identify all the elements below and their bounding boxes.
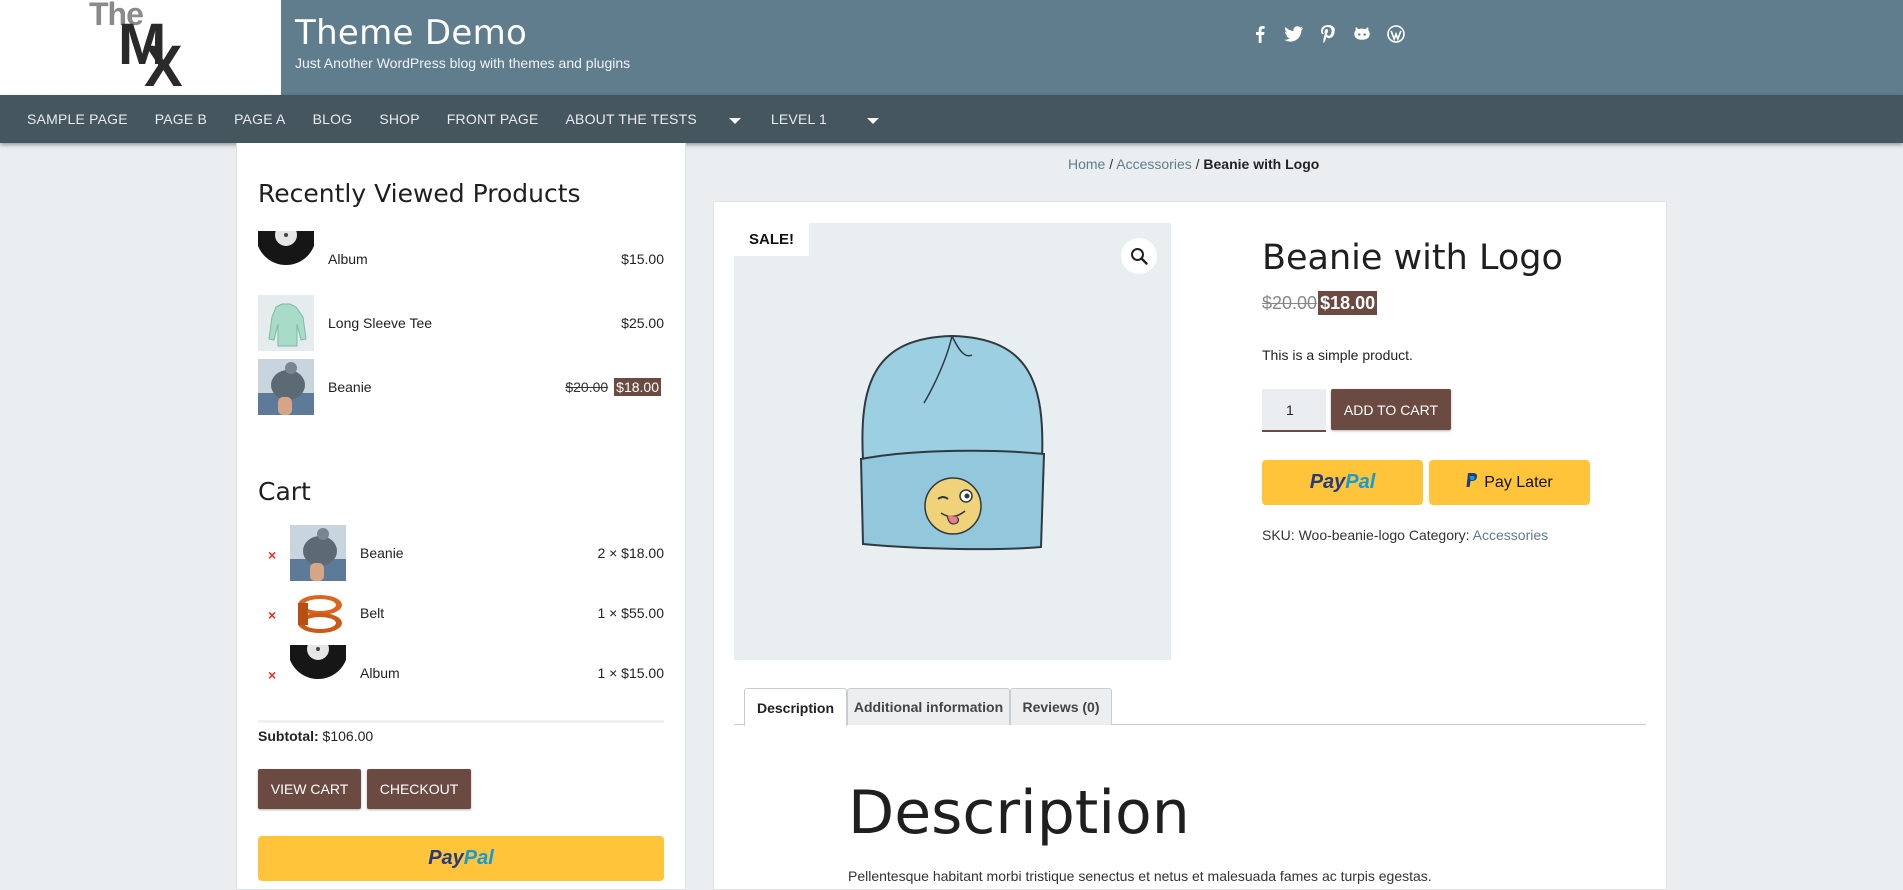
paypal-text-pal: Pal [463, 847, 494, 869]
cart-item-name[interactable]: Beanie [360, 545, 404, 561]
recent-product-item[interactable]: Beanie $20.00 $18.00 [258, 359, 664, 415]
cart-item-name[interactable]: Belt [360, 605, 384, 621]
pay-later-button[interactable]: Pay Later [1429, 460, 1590, 505]
site-title[interactable]: Theme Demo [295, 13, 527, 53]
paypal-text-pay: Pay [1309, 471, 1346, 493]
caret-down-icon[interactable] [728, 111, 741, 127]
product-short-description: This is a simple product. [1262, 347, 1413, 363]
breadcrumb-current: Beanie with Logo [1203, 156, 1320, 172]
product-title: Beanie with Logo [1262, 238, 1563, 278]
breadcrumb-home[interactable]: Home [1068, 156, 1105, 172]
facebook-icon[interactable] [1250, 24, 1270, 44]
product-meta: SKU: Woo-beanie-logo Category: Accessori… [1262, 527, 1548, 543]
recent-product-name[interactable]: Beanie [328, 379, 372, 395]
beanie-thumbnail[interactable] [258, 359, 314, 415]
cart-item-quantity: 1 × $55.00 [597, 605, 664, 621]
album-thumbnail[interactable] [258, 231, 314, 287]
twitter-icon[interactable] [1284, 24, 1304, 44]
tab-reviews[interactable]: Reviews (0) [1010, 688, 1112, 725]
zoom-icon[interactable] [1121, 238, 1157, 274]
recently-viewed-heading: Recently Viewed Products [258, 179, 581, 208]
site-header: The M X Theme Demo Just Another WordPres… [0, 0, 1903, 95]
view-cart-button[interactable]: VIEW CART [258, 769, 361, 809]
site-tagline: Just Another WordPress blog with themes … [295, 55, 631, 71]
remove-item-icon[interactable]: × [268, 667, 276, 683]
product-price: $20.00 $18.00 [1262, 291, 1378, 315]
sale-price: $18.00 [614, 378, 661, 396]
pay-later-label: Pay Later [1484, 473, 1553, 491]
nav-item-front-page[interactable]: FRONT PAGE [447, 111, 539, 127]
breadcrumb: Home / Accessories / Beanie with Logo [1068, 156, 1319, 172]
old-price: $20.00 [565, 379, 609, 395]
breadcrumb-separator: / [1195, 156, 1200, 172]
recent-product-name[interactable]: Long Sleeve Tee [328, 315, 432, 331]
breadcrumb-category[interactable]: Accessories [1116, 156, 1191, 172]
recent-product-price: $15.00 [621, 251, 664, 267]
remove-item-icon[interactable]: × [268, 547, 276, 563]
tab-additional-information[interactable]: Additional information [847, 688, 1010, 725]
tab-description[interactable]: Description [744, 688, 847, 726]
paypal-text-pal: Pal [1345, 471, 1376, 493]
description-heading: Description [848, 778, 1190, 848]
description-text: Pellentesque habitant morbi tristique se… [848, 868, 1432, 884]
product-image[interactable] [734, 223, 1171, 660]
sku-value: Woo-beanie-logo [1298, 527, 1405, 543]
cart-heading: Cart [258, 477, 311, 506]
cart-item-name[interactable]: Album [360, 665, 400, 681]
nav-item-blog[interactable]: BLOG [313, 111, 353, 127]
cart-subtotal: Subtotal: $106.00 [258, 728, 373, 744]
quantity-input[interactable]: 1 [1262, 389, 1326, 432]
paypal-button[interactable]: Pay Pal [258, 836, 664, 881]
recent-product-item[interactable]: Album $15.00 [258, 231, 664, 287]
github-icon[interactable] [1352, 24, 1372, 44]
cart-item: × Album 1 × $15.00 [258, 645, 664, 701]
paypal-text-pay: Pay [428, 847, 464, 869]
subtotal-label: Subtotal: [258, 728, 319, 744]
nav-item-about-the-tests[interactable]: ABOUT THE TESTS [566, 111, 697, 127]
album-thumbnail[interactable] [290, 645, 346, 701]
recent-product-price: $25.00 [621, 315, 664, 331]
add-to-cart-button[interactable]: ADD TO CART [1331, 389, 1451, 430]
sidebar: Recently Viewed Products Album $15.00 Lo… [236, 143, 686, 890]
nav-item-sample-page[interactable]: SAMPLE PAGE [27, 111, 128, 127]
nav-item-level-1[interactable]: LEVEL 1 [771, 111, 827, 127]
wordpress-icon[interactable] [1386, 24, 1406, 44]
category-label: Category: [1408, 527, 1470, 543]
paypal-p-icon [1466, 472, 1478, 493]
sale-badge: SALE! [734, 223, 809, 256]
breadcrumb-separator: / [1109, 156, 1114, 172]
cart-divider [258, 720, 664, 723]
nav-item-shop[interactable]: SHOP [379, 111, 419, 127]
remove-item-icon[interactable]: × [268, 607, 276, 623]
recent-product-price: $20.00 $18.00 [565, 378, 661, 396]
subtotal-value: $106.00 [322, 728, 374, 744]
sale-price: $18.00 [1318, 291, 1378, 315]
belt-thumbnail[interactable] [290, 585, 346, 641]
social-links [1250, 24, 1406, 44]
nav-item-page-b[interactable]: PAGE B [155, 111, 207, 127]
sku-label: SKU: [1262, 527, 1295, 543]
category-link[interactable]: Accessories [1473, 527, 1548, 543]
main-navigation: SAMPLE PAGE PAGE B PAGE A BLOG SHOP FRON… [0, 95, 1903, 143]
site-logo[interactable]: The M X [0, 0, 281, 95]
cart-item: × Belt 1 × $55.00 [258, 585, 664, 641]
cart-item-quantity: 2 × $18.00 [597, 545, 664, 561]
recent-product-name[interactable]: Album [328, 251, 368, 267]
pinterest-icon[interactable] [1318, 24, 1338, 44]
beanie-thumbnail[interactable] [290, 525, 346, 581]
old-price: $20.00 [1262, 293, 1318, 313]
checkout-button[interactable]: CHECKOUT [367, 769, 471, 809]
long-sleeve-tee-thumbnail[interactable] [258, 295, 314, 351]
caret-down-icon[interactable] [867, 111, 880, 127]
cart-item: × Beanie 2 × $18.00 [258, 525, 664, 581]
nav-item-page-a[interactable]: PAGE A [234, 111, 286, 127]
recent-product-item[interactable]: Long Sleeve Tee $25.00 [258, 295, 664, 351]
cart-item-quantity: 1 × $15.00 [597, 665, 664, 681]
paypal-button[interactable]: Pay Pal [1262, 460, 1423, 505]
logo-text-x: X [144, 34, 183, 96]
